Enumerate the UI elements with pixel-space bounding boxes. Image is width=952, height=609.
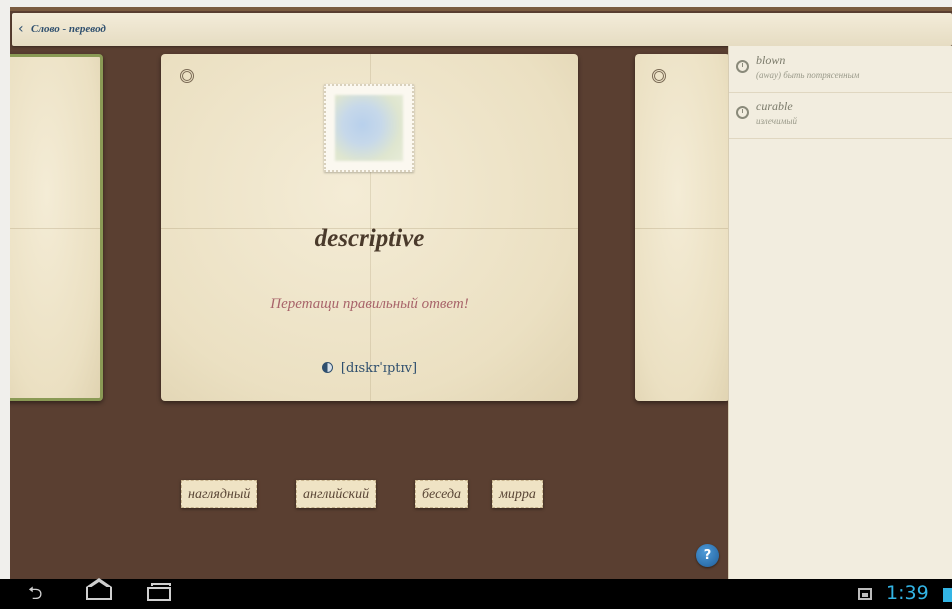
back-chevron-icon[interactable]: ‹ <box>18 22 24 36</box>
history-translation: излечимый <box>756 116 797 126</box>
pronounce-icon[interactable] <box>321 362 333 373</box>
help-button[interactable]: ? <box>696 544 719 567</box>
history-word: curable <box>756 99 793 113</box>
title-bar: ‹ Слово - перевод <box>12 13 952 46</box>
gallery-notification-icon[interactable] <box>858 588 872 600</box>
history-item[interactable]: blown (away) быть потрясенным <box>729 46 952 93</box>
drag-hint: Перетащи правильный ответ! <box>270 296 469 312</box>
battery-icon <box>943 588 952 602</box>
card-ring-icon <box>180 69 194 83</box>
answer-option-4[interactable]: мирра <box>492 480 543 508</box>
history-item[interactable]: curable излечимый <box>729 92 952 139</box>
answer-option-1[interactable]: наглядный <box>181 480 258 508</box>
status-clock[interactable]: 1:39 <box>886 582 929 604</box>
card-ring-icon <box>652 69 666 83</box>
system-nav-bar: ⮌ 1:39 <box>0 578 952 609</box>
word-image-stamp <box>324 84 414 172</box>
next-card[interactable] <box>635 54 730 401</box>
card-fold <box>635 227 730 229</box>
card-word: descriptive <box>314 225 425 252</box>
clock-icon <box>736 60 749 73</box>
home-icon[interactable] <box>86 578 112 600</box>
top-strip <box>10 7 952 11</box>
transcription[interactable]: [dɪskrˈɪptɪv] <box>161 361 578 376</box>
transcription-text: [dɪskrˈɪptɪv] <box>340 361 418 376</box>
word-image <box>335 95 403 161</box>
history-translation: (away) быть потрясенным <box>756 70 860 80</box>
history-word: blown <box>756 53 786 67</box>
card-fold <box>10 227 100 229</box>
recent-apps-icon[interactable] <box>147 583 171 601</box>
answer-option-2[interactable]: английский <box>296 480 377 508</box>
clock-icon <box>736 106 749 119</box>
answer-option-3[interactable]: беседа <box>415 480 469 508</box>
app-frame: ‹ Слово - перевод descriptive Перетащи п… <box>10 7 952 579</box>
word-card: descriptive Перетащи правильный ответ! [… <box>161 54 578 401</box>
previous-card[interactable] <box>10 54 103 401</box>
screen-title[interactable]: Слово - перевод <box>31 23 106 35</box>
history-panel: blown (away) быть потрясенным curable из… <box>728 46 952 579</box>
back-icon[interactable]: ⮌ <box>28 584 42 604</box>
